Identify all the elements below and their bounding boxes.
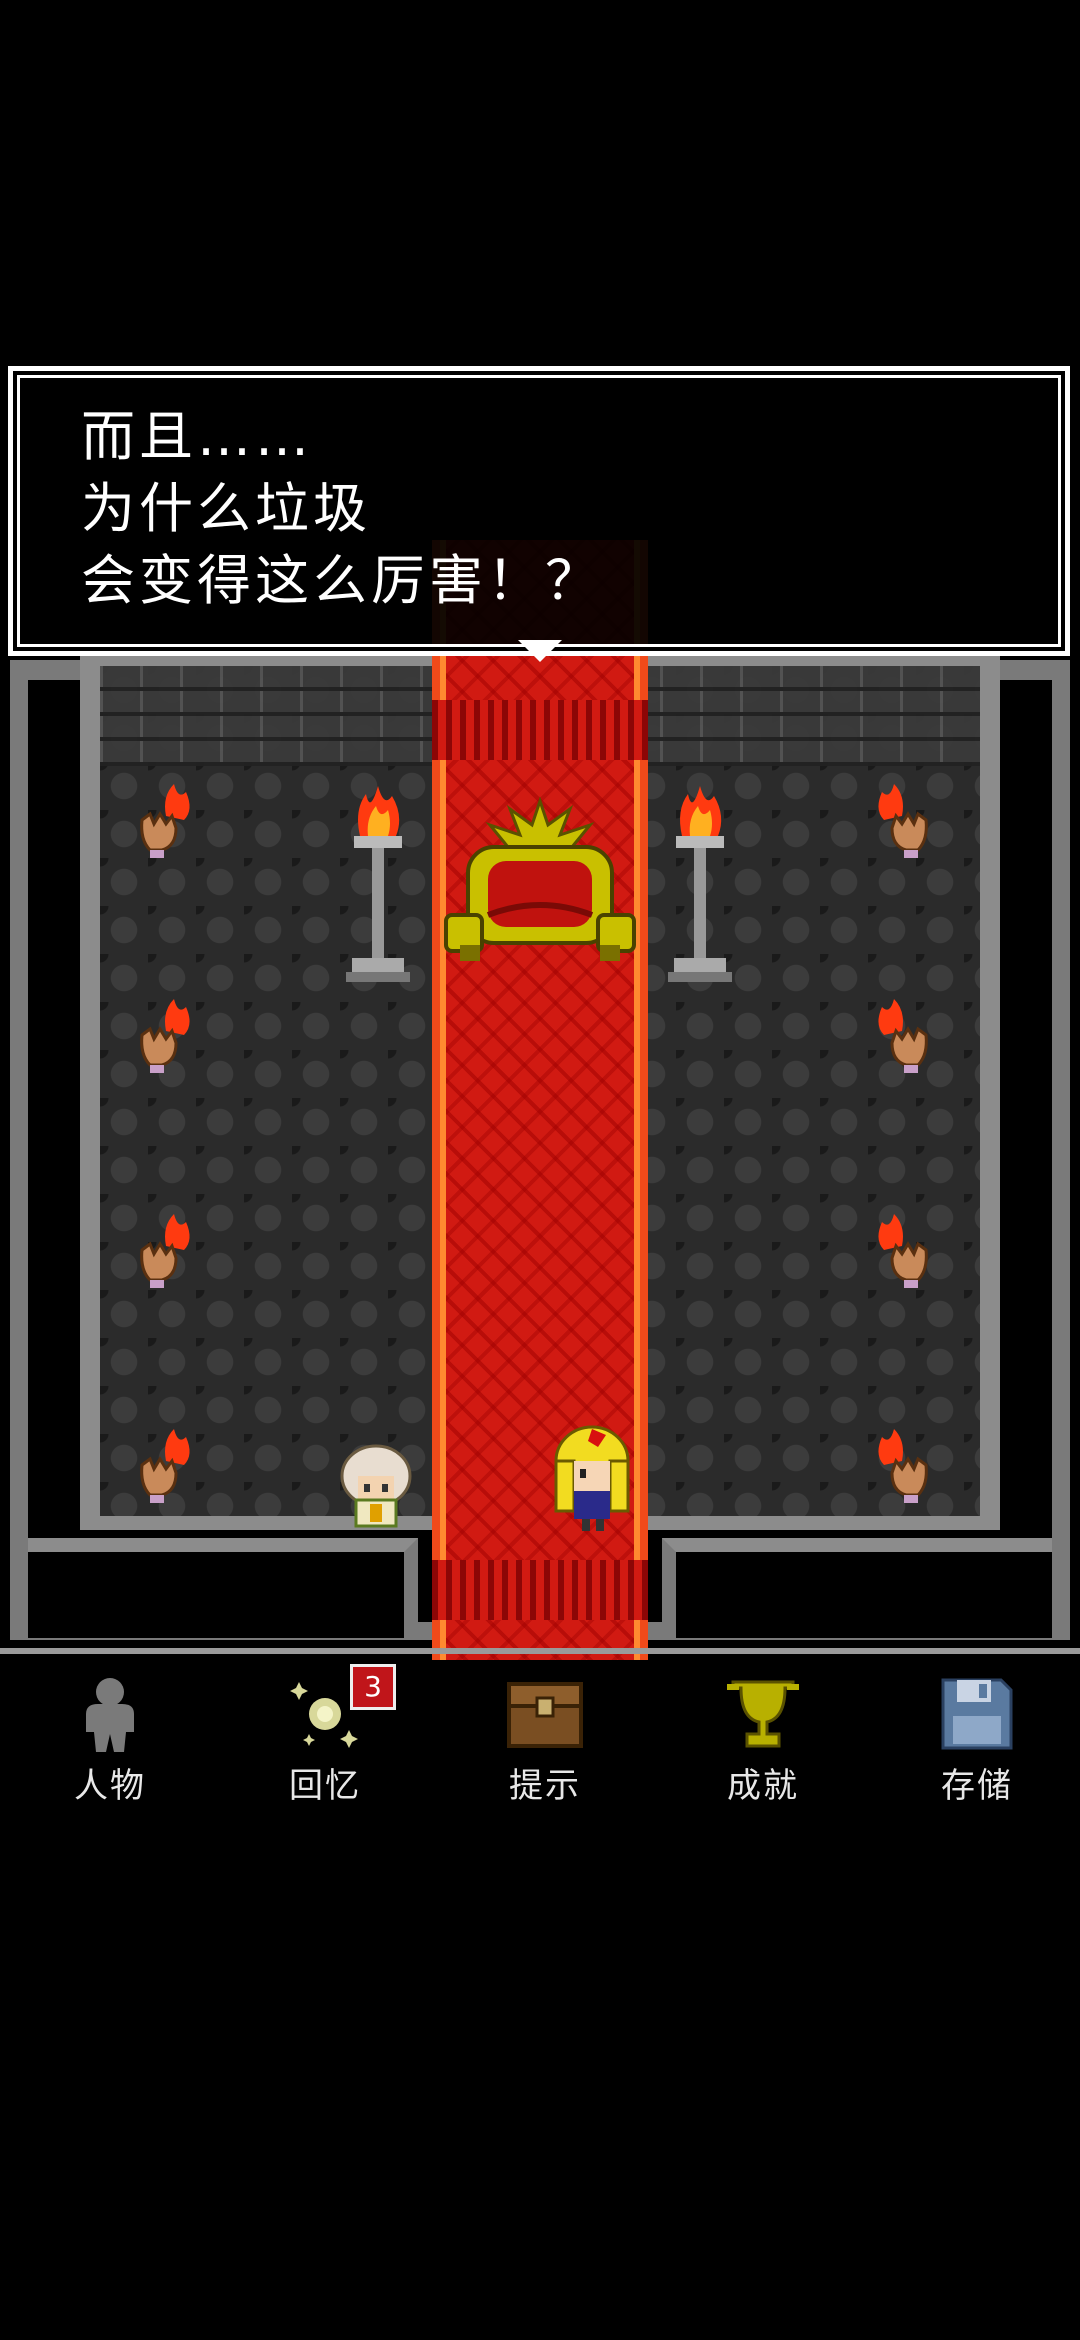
white-haired-character[interactable] bbox=[336, 1442, 416, 1532]
hand-torch-icon bbox=[140, 1429, 190, 1503]
menu-divider bbox=[0, 1648, 1080, 1654]
bottom-menu: 人物 回忆 提示 成就 存储 bbox=[0, 1660, 1080, 1810]
dialogue-line: 而且…… bbox=[81, 405, 313, 468]
dialogue-box[interactable]: 而且…… 为什么垃圾 会变得这么厉害！？ bbox=[8, 366, 1070, 656]
carpet-band-top bbox=[432, 700, 648, 760]
dialogue-text: 而且…… 为什么垃圾 会变得这么厉害！？ bbox=[81, 401, 603, 617]
dialogue-line: 会变得这么厉害！？ bbox=[81, 549, 603, 612]
hand-torch-icon bbox=[878, 784, 928, 858]
hand-torch-icon bbox=[140, 999, 190, 1073]
dialogue-line: 为什么垃圾 bbox=[81, 477, 371, 540]
hand-torch-icon bbox=[140, 1214, 190, 1288]
menu-characters-button[interactable]: 人物 bbox=[30, 1660, 180, 1810]
floppy-disk-icon bbox=[941, 1678, 1013, 1750]
menu-label: 成就 bbox=[727, 1766, 799, 1806]
hand-torch-icon bbox=[878, 1214, 928, 1288]
hand-torch-icon bbox=[878, 1429, 928, 1503]
menu-label: 提示 bbox=[509, 1766, 581, 1806]
menu-save-button[interactable]: 存储 bbox=[897, 1660, 1047, 1810]
trophy-icon bbox=[727, 1680, 799, 1748]
continue-arrow-icon[interactable] bbox=[518, 640, 562, 662]
menu-label: 回忆 bbox=[289, 1766, 361, 1806]
carpet-band-bottom bbox=[432, 1560, 648, 1620]
hand-torch-icon bbox=[878, 999, 928, 1073]
memory-count-badge: 3 bbox=[350, 1664, 396, 1710]
menu-label: 存储 bbox=[941, 1766, 1013, 1806]
brazier-right bbox=[668, 786, 732, 982]
brazier-left bbox=[346, 786, 410, 982]
menu-hints-button[interactable]: 提示 bbox=[465, 1660, 615, 1810]
menu-label: 人物 bbox=[74, 1766, 146, 1806]
blonde-heroine-character[interactable] bbox=[552, 1425, 632, 1535]
alcove-right bbox=[662, 1538, 1052, 1638]
throne bbox=[444, 796, 636, 961]
character-icon bbox=[86, 1678, 134, 1752]
menu-achievements-button[interactable]: 成就 bbox=[683, 1660, 833, 1810]
hand-torch-icon bbox=[140, 784, 190, 858]
treasure-chest-icon bbox=[507, 1682, 583, 1748]
alcove-left bbox=[28, 1538, 418, 1638]
